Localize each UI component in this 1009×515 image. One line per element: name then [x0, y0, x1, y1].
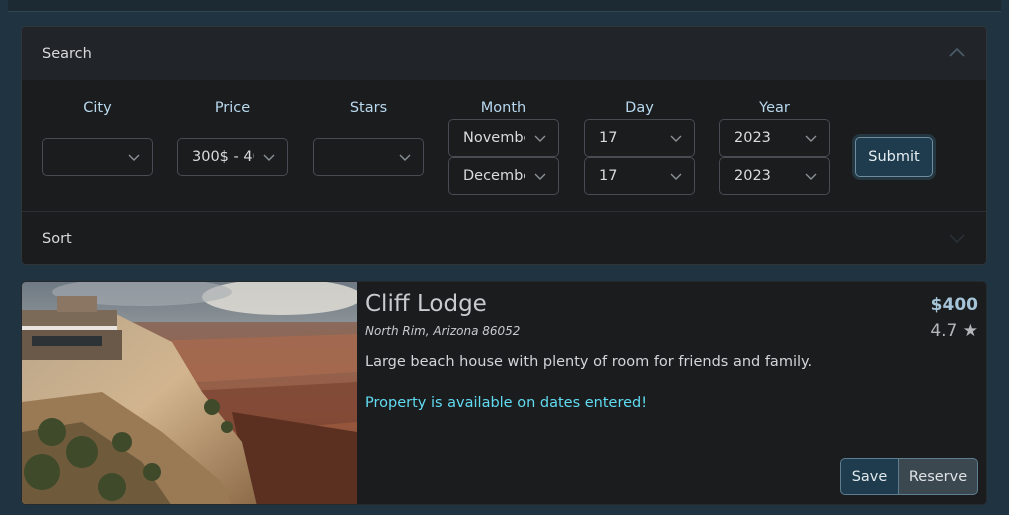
stars-label: Stars: [349, 100, 388, 116]
search-header-label: Search: [42, 45, 92, 62]
year-label: Year: [759, 100, 790, 116]
stars-select[interactable]: [313, 138, 424, 176]
price-select[interactable]: 300$ - 400$: [177, 138, 288, 176]
sort-header-label: Sort: [42, 230, 72, 247]
reserve-button[interactable]: Reserve: [899, 458, 978, 495]
property-rating: 4.7 ★: [930, 321, 978, 341]
day-to-select[interactable]: 17: [584, 157, 695, 195]
property-name: Cliff Lodge: [365, 291, 487, 317]
year-from-select[interactable]: 2023: [719, 119, 830, 157]
property-card: Cliff Lodge North Rim, Arizona 86052 Lar…: [21, 281, 987, 505]
filter-accordion: Search City Price 300$ - 400$ Stars Mont…: [21, 26, 987, 265]
select-caret-icon: [399, 154, 411, 161]
top-strip: [8, 0, 1001, 12]
select-caret-icon: [670, 173, 682, 180]
property-photo: [22, 282, 357, 504]
select-caret-icon: [534, 173, 546, 180]
year-to-select[interactable]: 2023: [719, 157, 830, 195]
property-description: Large beach house with plenty of room fo…: [365, 354, 813, 370]
city-label: City: [83, 100, 112, 116]
availability-message: Property is available on dates entered!: [365, 395, 648, 411]
property-address: North Rim, Arizona 86052: [365, 324, 521, 338]
select-caret-icon: [805, 135, 817, 142]
city-select[interactable]: [42, 138, 153, 176]
select-caret-icon: [534, 135, 546, 142]
sort-accordion-header[interactable]: Sort: [22, 212, 986, 264]
card-actions: Save Reserve: [840, 458, 978, 495]
month-label: Month: [480, 100, 527, 116]
select-caret-icon: [263, 154, 275, 161]
select-caret-icon: [670, 135, 682, 142]
property-price: $400: [930, 295, 978, 315]
save-button[interactable]: Save: [840, 458, 899, 495]
search-accordion-header[interactable]: Search: [22, 27, 986, 80]
chevron-up-icon: [949, 47, 965, 57]
search-form: City Price 300$ - 400$ Stars Month Novem…: [22, 80, 986, 212]
chevron-down-icon: [949, 234, 965, 244]
day-label: Day: [625, 100, 654, 116]
submit-button[interactable]: Submit: [855, 137, 933, 177]
select-caret-icon: [128, 154, 140, 161]
day-from-select[interactable]: 17: [584, 119, 695, 157]
price-label: Price: [214, 100, 251, 116]
select-caret-icon: [805, 173, 817, 180]
month-from-select[interactable]: November: [448, 119, 559, 157]
month-to-select[interactable]: December: [448, 157, 559, 195]
